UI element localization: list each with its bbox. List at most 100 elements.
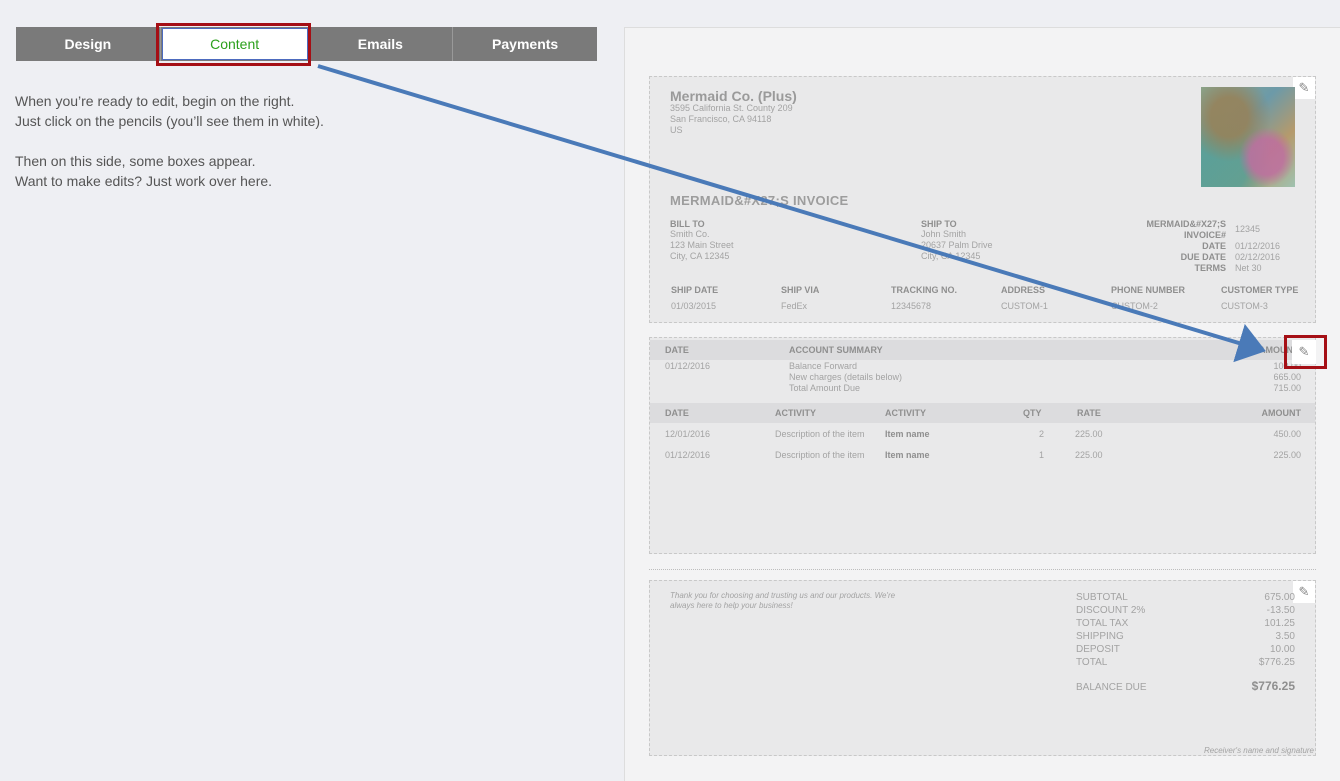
total-label: DEPOSIT — [1076, 644, 1120, 655]
balance-due-row: BALANCE DUE $776.25 — [1076, 679, 1295, 693]
shipping-header: CUSTOMER TYPE — [1221, 285, 1299, 295]
company-address-line: San Francisco, CA 94118 — [670, 114, 772, 124]
summary-value: 715.00 — [1273, 383, 1301, 393]
bill-to-block: BILL TO Smith Co. 123 Main Street City, … — [670, 219, 734, 262]
item-amount: 450.00 — [1273, 429, 1301, 439]
item-name: Item name — [885, 450, 930, 460]
footer-message-line: always here to help your business! — [670, 601, 793, 610]
shipping-value: CUSTOM-3 — [1221, 301, 1268, 311]
instruction-line: Then on this side, some boxes appear. — [15, 153, 256, 169]
totals-block: SUBTOTAL 675.00 DISCOUNT 2% -13.50 TOTAL T… — [1076, 591, 1295, 669]
ship-to-line: City, CA 12345 — [921, 251, 981, 261]
company-address-line: 3595 California St. County 209 — [670, 103, 793, 113]
signature-line: Receiver's name and signature — [1203, 746, 1314, 755]
summary-account-header: ACCOUNT SUMMARY — [789, 345, 883, 355]
footer-message-line: Thank you for choosing and trusting us a… — [670, 591, 896, 600]
items-date-header: DATE — [665, 408, 689, 418]
ship-to-label: SHIP TO — [921, 219, 957, 229]
items-header-row: DATE ACTIVITY ACTIVITY QTY RATE AMOUNT — [665, 408, 1301, 420]
instruction-line: Want to make edits? Just work over here. — [15, 173, 273, 189]
total-value: 3.50 — [1275, 631, 1295, 642]
total-label: DISCOUNT 2% — [1076, 605, 1146, 616]
balance-due-label: BALANCE DUE — [1076, 682, 1147, 693]
total-value: -13.50 — [1266, 605, 1295, 616]
ship-to-block: SHIP TO John Smith 20637 Palm Drive City… — [921, 219, 993, 262]
invoice-number-label: MERMAID&#X27;S — [1146, 219, 1226, 229]
company-logo-image — [1201, 87, 1295, 187]
total-value: 10.00 — [1269, 644, 1295, 655]
total-label: TOTAL TAX — [1076, 618, 1129, 629]
summary-label: New charges (details below) — [789, 372, 903, 382]
terms-label: TERMS — [1194, 263, 1227, 273]
instruction-line: When you’re ready to edit, begin on the … — [15, 93, 295, 109]
tab-emails[interactable]: Emails — [309, 27, 454, 61]
content-tab-highlight — [156, 23, 311, 66]
section-divider — [649, 569, 1316, 570]
shipping-header: TRACKING NO. — [891, 285, 957, 295]
pencil-highlight — [1284, 335, 1327, 369]
shipping-value: 12345678 — [891, 301, 932, 311]
invoice-number-label: INVOICE# — [1183, 230, 1226, 240]
item-date: 12/01/2016 — [665, 429, 711, 439]
table-row: 01/12/2016 Description of the item Item … — [665, 450, 1301, 462]
tab-design[interactable]: Design — [16, 27, 161, 61]
shipping-headers: SHIP DATE SHIP VIA TRACKING NO. ADDRESS … — [671, 285, 1311, 295]
shipping-value: CUSTOM-1 — [1001, 301, 1048, 311]
invoice-meta: MERMAID&#X27;S INVOICE# 12345 DATE 01/12/20… — [1120, 219, 1300, 274]
item-description: Description of the item — [775, 450, 865, 460]
instruction-line: Just click on the pencils (you’ll see th… — [15, 113, 324, 129]
shipping-header: SHIP VIA — [781, 285, 820, 295]
total-value: 675.00 — [1264, 592, 1295, 603]
pencil-icon[interactable]: ✎ — [1293, 77, 1315, 99]
instructions: When you’re ready to edit, begin on the … — [15, 91, 324, 191]
items-activity-header: ACTIVITY — [775, 408, 817, 418]
ship-to-line: John Smith — [921, 229, 967, 239]
items-activity-header: ACTIVITY — [885, 408, 927, 418]
tab-payments[interactable]: Payments — [453, 27, 597, 61]
due-date-label: DUE DATE — [1180, 252, 1226, 262]
summary-header-band — [650, 340, 1315, 360]
shipping-header: ADDRESS — [1001, 285, 1046, 295]
item-date: 01/12/2016 — [665, 450, 711, 460]
total-label: SUBTOTAL — [1076, 592, 1128, 603]
item-name: Item name — [885, 429, 930, 439]
total-label: TOTAL — [1076, 657, 1108, 668]
bill-to-line: 123 Main Street — [670, 240, 734, 250]
balance-due-value: $776.25 — [1251, 679, 1295, 693]
bill-to-line: Smith Co. — [670, 229, 710, 239]
invoice-date: 01/12/2016 — [1235, 241, 1281, 251]
shipping-values: 01/03/2015 FedEx 12345678 CUSTOM-1 CUSTO… — [671, 301, 1311, 312]
terms: Net 30 — [1235, 263, 1262, 273]
table-row: 12/01/2016 Description of the item Item … — [665, 429, 1301, 441]
bill-to-label: BILL TO — [670, 219, 705, 229]
summary-label: Balance Forward — [789, 361, 858, 371]
summary-date-header: DATE — [665, 345, 689, 355]
pencil-icon[interactable]: ✎ — [1293, 581, 1315, 603]
date-label: DATE — [1202, 241, 1226, 251]
summary-label: Total Amount Due — [789, 383, 861, 393]
item-rate: 225.00 — [1075, 429, 1103, 439]
total-value: $776.25 — [1258, 657, 1295, 668]
invoice-title: MERMAID&#X27;S INVOICE — [670, 193, 849, 208]
total-value: 101.25 — [1264, 618, 1295, 629]
item-description: Description of the item — [775, 429, 865, 439]
company-address: 3595 California St. County 209 San Franc… — [670, 103, 793, 136]
shipping-value: FedEx — [781, 301, 808, 311]
summary-date: 01/12/2016 — [665, 361, 711, 371]
summary-rows: Balance Forward 100.00 New charges (detai… — [789, 361, 1301, 394]
footer-message: Thank you for choosing and trusting us a… — [670, 591, 895, 611]
bill-to-line: City, CA 12345 — [670, 251, 730, 261]
items-amount-header: AMOUNT — [1261, 408, 1302, 418]
total-label: SHIPPING — [1076, 631, 1124, 642]
item-qty: 2 — [1039, 429, 1045, 439]
items-qty-header: QTY — [1023, 408, 1042, 418]
invoice-number: 12345 — [1235, 224, 1261, 234]
shipping-value: CUSTOM-2 — [1111, 301, 1158, 311]
shipping-header: PHONE NUMBER — [1111, 285, 1186, 295]
item-amount: 225.00 — [1273, 450, 1301, 460]
items-rate-header: RATE — [1077, 408, 1101, 418]
company-name: Mermaid Co. (Plus) — [670, 88, 797, 104]
item-qty: 1 — [1039, 450, 1045, 460]
ship-to-line: 20637 Palm Drive — [921, 240, 993, 250]
item-rate: 225.00 — [1075, 450, 1103, 460]
